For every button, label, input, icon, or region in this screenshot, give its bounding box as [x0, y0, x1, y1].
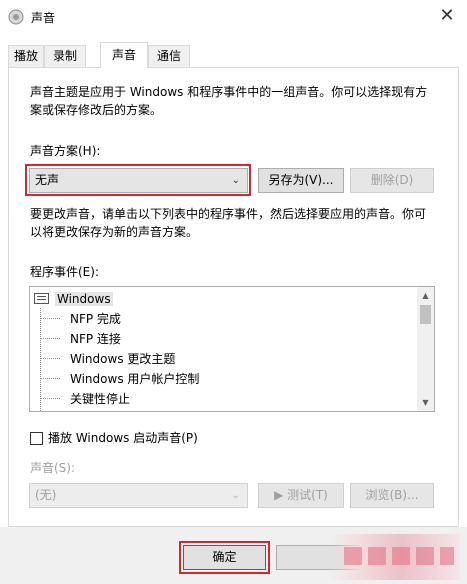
tree-item-label: Windows 用户帐户控制	[70, 372, 200, 386]
tree-item[interactable]: 关键性停止	[40, 390, 130, 408]
tree-item[interactable]: Windows 用户帐户控制	[40, 370, 199, 388]
vertical-scrollbar[interactable]: ▲ ▼	[417, 287, 434, 411]
tab-recording[interactable]: 录制	[44, 45, 86, 67]
speaker-icon	[8, 9, 24, 25]
scroll-thumb[interactable]	[420, 305, 431, 324]
sound-label: 声音(S):	[30, 461, 76, 475]
folder-icon	[34, 293, 49, 304]
tree-item-label: NFP 连接	[70, 332, 121, 346]
hint-text-line1: 要更改声音，请单击以下列表中的程序事件，然后选择要应用的声音。你可	[30, 207, 427, 221]
tree-item-label: Windows 更改主题	[70, 352, 176, 366]
tree-item[interactable]: NFP 完成	[40, 310, 121, 328]
tree-item[interactable]: Windows 更改主题	[40, 350, 175, 368]
title-bar: 声音 ✕	[0, 0, 467, 34]
tree-item-label: NFP 完成	[70, 312, 121, 326]
startup-sound-label: 播放 Windows 启动声音(P)	[48, 431, 198, 445]
test-button[interactable]: ▶ 测试(T)	[258, 483, 344, 508]
tree-root-windows[interactable]: Windows	[34, 290, 113, 308]
scroll-up-icon[interactable]: ▲	[417, 287, 434, 304]
tree-root-label: Windows	[55, 292, 113, 306]
scheme-label: 声音方案(H):	[30, 144, 101, 158]
scroll-down-icon[interactable]: ▼	[417, 394, 434, 411]
chevron-down-icon: ⌄	[231, 175, 240, 186]
close-button[interactable]: ✕	[432, 5, 462, 29]
startup-sound-checkbox[interactable]	[30, 432, 43, 445]
tree-item-label: 关键性停止	[70, 392, 131, 406]
hint-text-line2: 以将更改保存为新的声音方案。	[30, 225, 199, 239]
scheme-dropdown[interactable]: 无声 ⌄	[29, 168, 248, 193]
events-label: 程序事件(E):	[30, 265, 99, 279]
intro-text-line1: 声音主题是应用于 Windows 和程序事件中的一组声音。你可以选择现有方	[30, 85, 428, 99]
scheme-value: 无声	[35, 173, 60, 187]
intro-text-line2: 案或保存修改后的方案。	[30, 103, 163, 117]
browse-button[interactable]: 浏览(B)...	[350, 483, 434, 508]
tab-communications[interactable]: 通信	[148, 45, 190, 67]
tab-sounds[interactable]: 声音	[100, 42, 148, 68]
sound-dropdown[interactable]: (无) ⌄	[29, 483, 248, 508]
ok-button[interactable]: 确定	[183, 545, 266, 570]
tree-item[interactable]: NFP 连接	[40, 330, 121, 348]
save-as-button[interactable]: 另存为(V)...	[258, 168, 344, 193]
program-events-list[interactable]: Windows NFP 完成 NFP 连接 Windows 更改主题 Windo…	[29, 286, 435, 412]
chevron-down-icon: ⌄	[231, 490, 240, 501]
tab-playback[interactable]: 播放	[8, 45, 44, 67]
watermark-overlay	[330, 534, 460, 580]
delete-button[interactable]: 删除(D)	[350, 168, 434, 193]
sound-value: (无)	[35, 488, 57, 502]
window-title: 声音	[31, 11, 56, 25]
